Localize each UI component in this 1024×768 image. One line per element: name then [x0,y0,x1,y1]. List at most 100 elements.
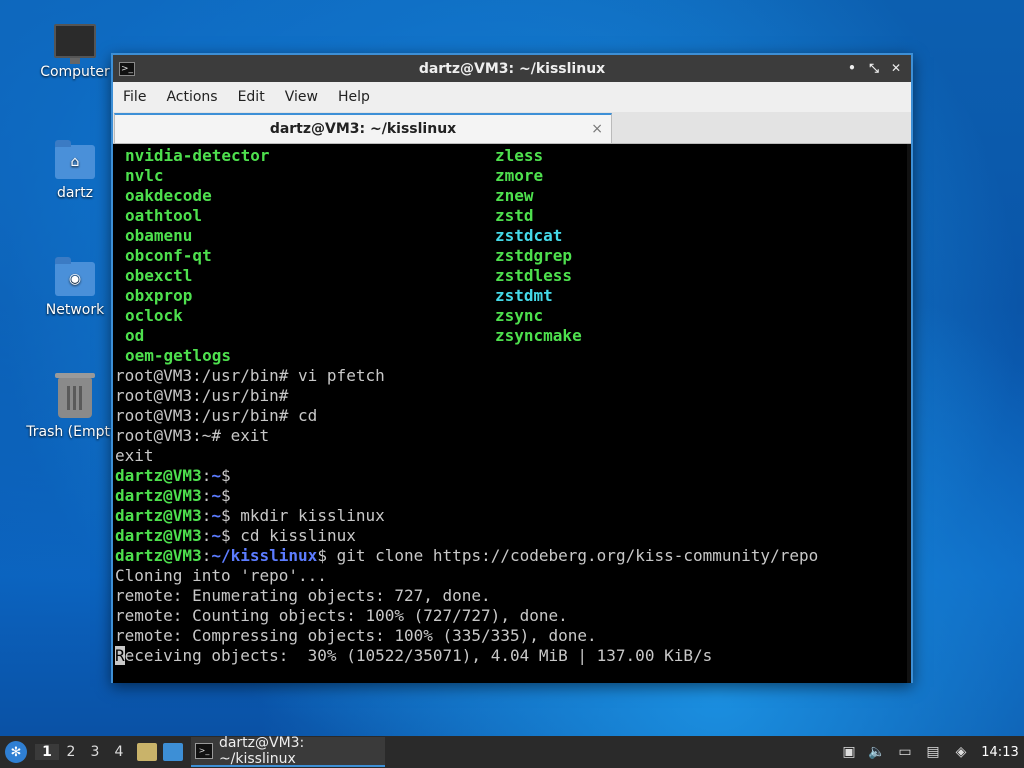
listing-entry: zsyncmake [495,326,582,345]
progress-text: eceiving objects: 30% (10522/35071), 4.0… [124,646,713,665]
prompt-user: dartz@VM3 [115,526,202,545]
workspace-2[interactable]: 2 [59,744,83,760]
listing-entry: zstd [495,206,534,225]
listing-entry: zmore [495,166,544,185]
window-titlebar[interactable]: >_ dartz@VM3: ~/kisslinux • ⤡ ✕ [113,55,911,82]
menu-actions[interactable]: Actions [156,89,227,105]
menu-file[interactable]: File [113,89,156,105]
clipboard-icon[interactable]: ▤ [924,744,942,760]
window-title: dartz@VM3: ~/kisslinux [418,60,606,77]
workspace-switcher: 1 2 3 4 [35,744,131,760]
minimize-button[interactable]: • [845,61,859,76]
trash-icon [55,373,95,418]
terminal-line: root@VM3:~# exit [115,426,270,445]
taskbar-task-terminal[interactable]: >_ dartz@VM3: ~/kisslinux [191,735,385,767]
terminal-line: root@VM3:/usr/bin# cd [115,406,318,425]
terminal-line: remote: Enumerating objects: 727, done. [115,586,491,605]
desktop-icon-label: Trash (Empty) [26,424,124,440]
terminal-line: dartz@VM3:~$ cd kisslinux [115,526,356,545]
listing-entry: oathtool [125,206,203,225]
terminal-tab[interactable]: dartz@VM3: ~/kisslinux × [114,113,612,143]
terminal-line: dartz@VM3:~$ [115,486,231,505]
task-title: dartz@VM3: ~/kisslinux [218,735,305,767]
desktop-icon-home[interactable]: ⌂ dartz [25,140,125,201]
listing-entry: oakdecode [125,186,212,205]
desktop-icon-label: dartz [56,185,94,201]
listing-entry: zsync [495,306,544,325]
tab-bar: dartz@VM3: ~/kisslinux × [113,112,911,144]
tab-close-button[interactable]: × [591,121,603,137]
listing-row: oakdecode znew [115,186,911,206]
terminal-line: exit [115,446,154,465]
listing-row: od zsyncmake [115,326,911,346]
listing-row: oathtool zstd [115,206,911,226]
desktop-icon-trash[interactable]: Trash (Empty) [25,373,125,440]
volume-icon[interactable]: 🔈 [868,744,886,760]
listing-entry: zstdcat [495,226,563,245]
prompt-path: ~/kisslinux [211,546,318,565]
maximize-button[interactable]: ⤡ [867,61,881,76]
listing-entry: nvlc [125,166,164,185]
terminal-scrollbar[interactable] [907,144,911,683]
start-menu-icon[interactable]: ✻ [5,741,27,763]
listing-row: oem-getlogs [115,346,911,366]
system-tray: ▣ 🔈 ▭ ▤ ◈ 14:13 [840,744,1020,760]
listing-entry: zstdmt [495,286,553,305]
listing-row: nvidia-detector zless [115,146,911,166]
prompt-user: dartz@VM3 [115,466,202,485]
terminal-line: Receiving objects: 30% (10522/35071), 4.… [115,646,911,666]
prompt-path: ~ [211,486,221,505]
listing-row: nvlc zmore [115,166,911,186]
menubar: File Actions Edit View Help [113,82,911,112]
clock[interactable]: 14:13 [980,745,1020,760]
listing-entry: od [125,326,145,345]
menu-help[interactable]: Help [328,89,380,105]
terminal-line: remote: Counting objects: 100% (727/727)… [115,606,568,625]
listing-row: obamenu zstdcat [115,226,911,246]
taskbar: ✻ 1 2 3 4 >_ dartz@VM3: ~/kisslinux ▣ 🔈 … [0,735,1024,768]
terminal-line: dartz@VM3:~$ [115,466,231,485]
terminal-line: dartz@VM3:~$ mkdir kisslinux [115,506,385,525]
file-listing: nvidia-detector zless nvlc zmore oakdecode zn… [115,146,911,366]
listing-entry: zstdgrep [495,246,573,265]
terminal-cursor: R [115,646,125,665]
network-icon[interactable]: ▭ [896,744,914,760]
menu-view[interactable]: View [275,89,328,105]
listing-entry: obexctl [125,266,193,285]
prompt-user: dartz@VM3 [115,486,202,505]
listing-entry: nvidia-detector [125,146,270,165]
home-folder-icon: ⌂ [55,140,95,179]
listing-entry: obamenu [125,226,193,245]
workspace-4[interactable]: 4 [107,744,131,760]
terminal-line: remote: Compressing objects: 100% (335/3… [115,626,597,645]
workspace-1[interactable]: 1 [35,744,59,760]
desktop-icon-network[interactable]: ◉ Network [25,257,125,318]
listing-entry: obxprop [125,286,193,305]
close-button[interactable]: ✕ [889,61,903,76]
listing-row: obxprop zstdmt [115,286,911,306]
prompt-user: dartz@VM3 [115,546,202,565]
network-folder-icon: ◉ [55,257,95,296]
command-text: git clone https://codeberg.org/kiss-comm… [326,546,819,565]
tab-title: dartz@VM3: ~/kisslinux [269,121,457,137]
command-text: mkdir kisslinux [230,506,385,525]
terminal-output[interactable]: nvidia-detector zless nvlc zmore oakdecode zn… [113,144,911,683]
computer-icon [54,24,96,64]
terminal-line: root@VM3:/usr/bin# vi pfetch [115,366,385,385]
desktop-icon-computer[interactable]: Computer [25,24,125,80]
file-manager-icon[interactable] [137,743,157,761]
prompt-user: dartz@VM3 [115,506,202,525]
listing-row: obexctl zstdless [115,266,911,286]
update-icon[interactable]: ◈ [952,744,970,760]
prompt-path: ~ [211,506,221,525]
terminal-window: >_ dartz@VM3: ~/kisslinux • ⤡ ✕ File Act… [111,53,913,683]
menu-edit[interactable]: Edit [228,89,275,105]
listing-entry: znew [495,186,534,205]
terminal-line: Cloning into 'repo'... [115,566,327,585]
terminal-line: root@VM3:/usr/bin# [115,386,289,405]
workspace-3[interactable]: 3 [83,744,107,760]
notification-icon[interactable]: ▣ [840,744,858,760]
listing-entry: obconf-qt [125,246,212,265]
show-desktop-icon[interactable] [163,743,183,761]
terminal-task-icon: >_ [195,743,213,759]
